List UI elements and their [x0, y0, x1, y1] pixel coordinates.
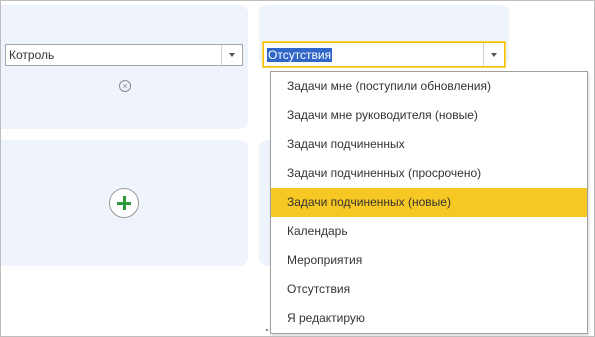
- widget-panel-top-left: [1, 5, 248, 129]
- widget-type-dropdown[interactable]: Задачи мне (поступили обновления) Задачи…: [270, 71, 588, 334]
- chevron-down-icon[interactable]: [483, 43, 504, 66]
- dropdown-item[interactable]: Задачи подчиненных (просрочено): [271, 159, 587, 188]
- dropdown-item[interactable]: Задачи мне руководителя (новые): [271, 101, 587, 130]
- resize-dot: [266, 329, 268, 331]
- remove-widget-icon[interactable]: ×: [119, 80, 131, 92]
- window: Котроль × Отсутствия Задачи мне (поступи…: [0, 0, 595, 337]
- widget-type-select-left-value: Котроль: [9, 48, 55, 62]
- dropdown-item[interactable]: Задачи подчиненных: [271, 130, 587, 159]
- widget-type-select-right[interactable]: Отсутствия: [263, 42, 505, 67]
- chevron-down-icon[interactable]: [221, 45, 242, 65]
- dropdown-item[interactable]: Я редактирую: [271, 304, 587, 333]
- widget-type-select-left[interactable]: Котроль: [5, 44, 243, 66]
- dropdown-item[interactable]: Мероприятия: [271, 246, 587, 275]
- dropdown-item-highlighted[interactable]: Задачи подчиненных (новые): [271, 188, 587, 217]
- dropdown-item[interactable]: Задачи мне (поступили обновления): [271, 72, 587, 101]
- widget-type-select-right-value: Отсутствия: [267, 47, 333, 62]
- add-widget-icon[interactable]: [109, 188, 139, 218]
- dropdown-item[interactable]: Календарь: [271, 217, 587, 246]
- dropdown-item[interactable]: Отсутствия: [271, 275, 587, 304]
